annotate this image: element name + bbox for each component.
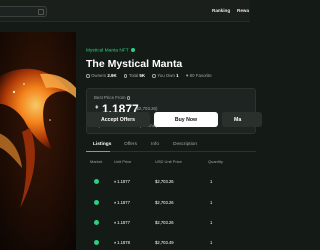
eth-icon: ♦ xyxy=(114,179,117,184)
search-input[interactable] xyxy=(0,6,47,17)
row-unit-price: ♦1.1878 xyxy=(114,240,130,245)
nav-rewards[interactable]: Rewa xyxy=(237,8,249,13)
you-own-stat: You Own 1 xyxy=(152,73,179,78)
row-quantity: 1 xyxy=(210,179,213,184)
market-icon xyxy=(94,220,99,225)
tab-listings[interactable]: Listings xyxy=(93,142,111,147)
table-row[interactable]: ♦1.1877 $2,703.26 1 xyxy=(86,217,256,229)
row-quantity: 1 xyxy=(210,220,213,225)
row-unit-price: ♦1.1877 xyxy=(114,200,130,205)
search-shortcut-key xyxy=(38,9,44,15)
make-offer-button[interactable]: Ma xyxy=(222,112,262,127)
tab-info[interactable]: Info xyxy=(151,142,159,147)
person-icon xyxy=(152,74,156,78)
nft-stats: Owners 2.9K Total 5K You Own 1 ♥ 80 Favo… xyxy=(86,73,218,78)
top-bar: Ranking Rewa xyxy=(0,0,250,22)
total-icon xyxy=(123,74,128,78)
table-row[interactable]: ♦1.1878 $2,703.49 1 xyxy=(86,237,256,249)
favorites-stat[interactable]: ♥ 80 Favorite xyxy=(186,73,212,78)
accept-offers-button[interactable]: Accept Offers xyxy=(86,112,150,127)
row-usd-price: $2,703.26 xyxy=(155,220,174,225)
eth-icon: ♦ xyxy=(114,220,117,225)
price-card: Best Price From ♦ 1.1877 ($2,703.26) Top… xyxy=(86,88,256,134)
row-usd-price: $2,703.26 xyxy=(155,179,174,184)
total-stat: Total 5K xyxy=(123,73,145,78)
market-icon xyxy=(94,200,99,205)
market-icon xyxy=(94,179,99,184)
verified-icon xyxy=(130,48,135,52)
active-tab-indicator xyxy=(86,150,110,152)
col-market: Market xyxy=(90,159,103,164)
row-unit-price: ♦1.1877 xyxy=(114,220,130,225)
info-icon[interactable] xyxy=(126,96,131,100)
nft-artwork xyxy=(0,32,76,250)
collection-name: Mystical Manta NFT xyxy=(86,48,129,54)
row-quantity: 1 xyxy=(210,200,213,205)
owners-stat: Owners 2.9K xyxy=(86,73,117,78)
table-row[interactable]: ♦1.1877 $2,703.26 1 xyxy=(86,197,256,209)
tab-description[interactable]: Description xyxy=(173,142,197,147)
col-quantity: Quantity xyxy=(208,159,223,164)
best-price-usd: ($2,703.26) xyxy=(135,106,158,111)
col-usd-unit-price: USD Unit Price xyxy=(155,159,182,164)
row-unit-price: ♦1.1877 xyxy=(114,179,130,184)
eth-icon: ♦ xyxy=(114,240,117,245)
owners-icon xyxy=(86,74,90,78)
eth-icon: ♦ xyxy=(95,104,99,111)
best-price-label: Best Price From xyxy=(94,95,131,100)
eth-icon: ♦ xyxy=(114,200,117,205)
tab-offers[interactable]: Offers xyxy=(124,142,137,147)
row-quantity: 1 xyxy=(210,240,213,245)
page-title: The Mystical Manta xyxy=(86,58,183,70)
col-unit-price: Unit Price xyxy=(114,159,132,164)
nav-ranking[interactable]: Ranking xyxy=(212,8,230,13)
collection-link[interactable]: Mystical Manta NFT xyxy=(86,48,135,53)
row-usd-price: $2,703.49 xyxy=(155,240,174,245)
table-row[interactable]: ♦1.1877 $2,703.26 1 xyxy=(86,176,256,188)
tab-bar: Listings Offers Info Description xyxy=(86,138,256,152)
buy-now-button[interactable]: Buy Now xyxy=(154,112,218,127)
market-icon xyxy=(94,240,99,245)
row-usd-price: $2,703.26 xyxy=(155,200,174,205)
